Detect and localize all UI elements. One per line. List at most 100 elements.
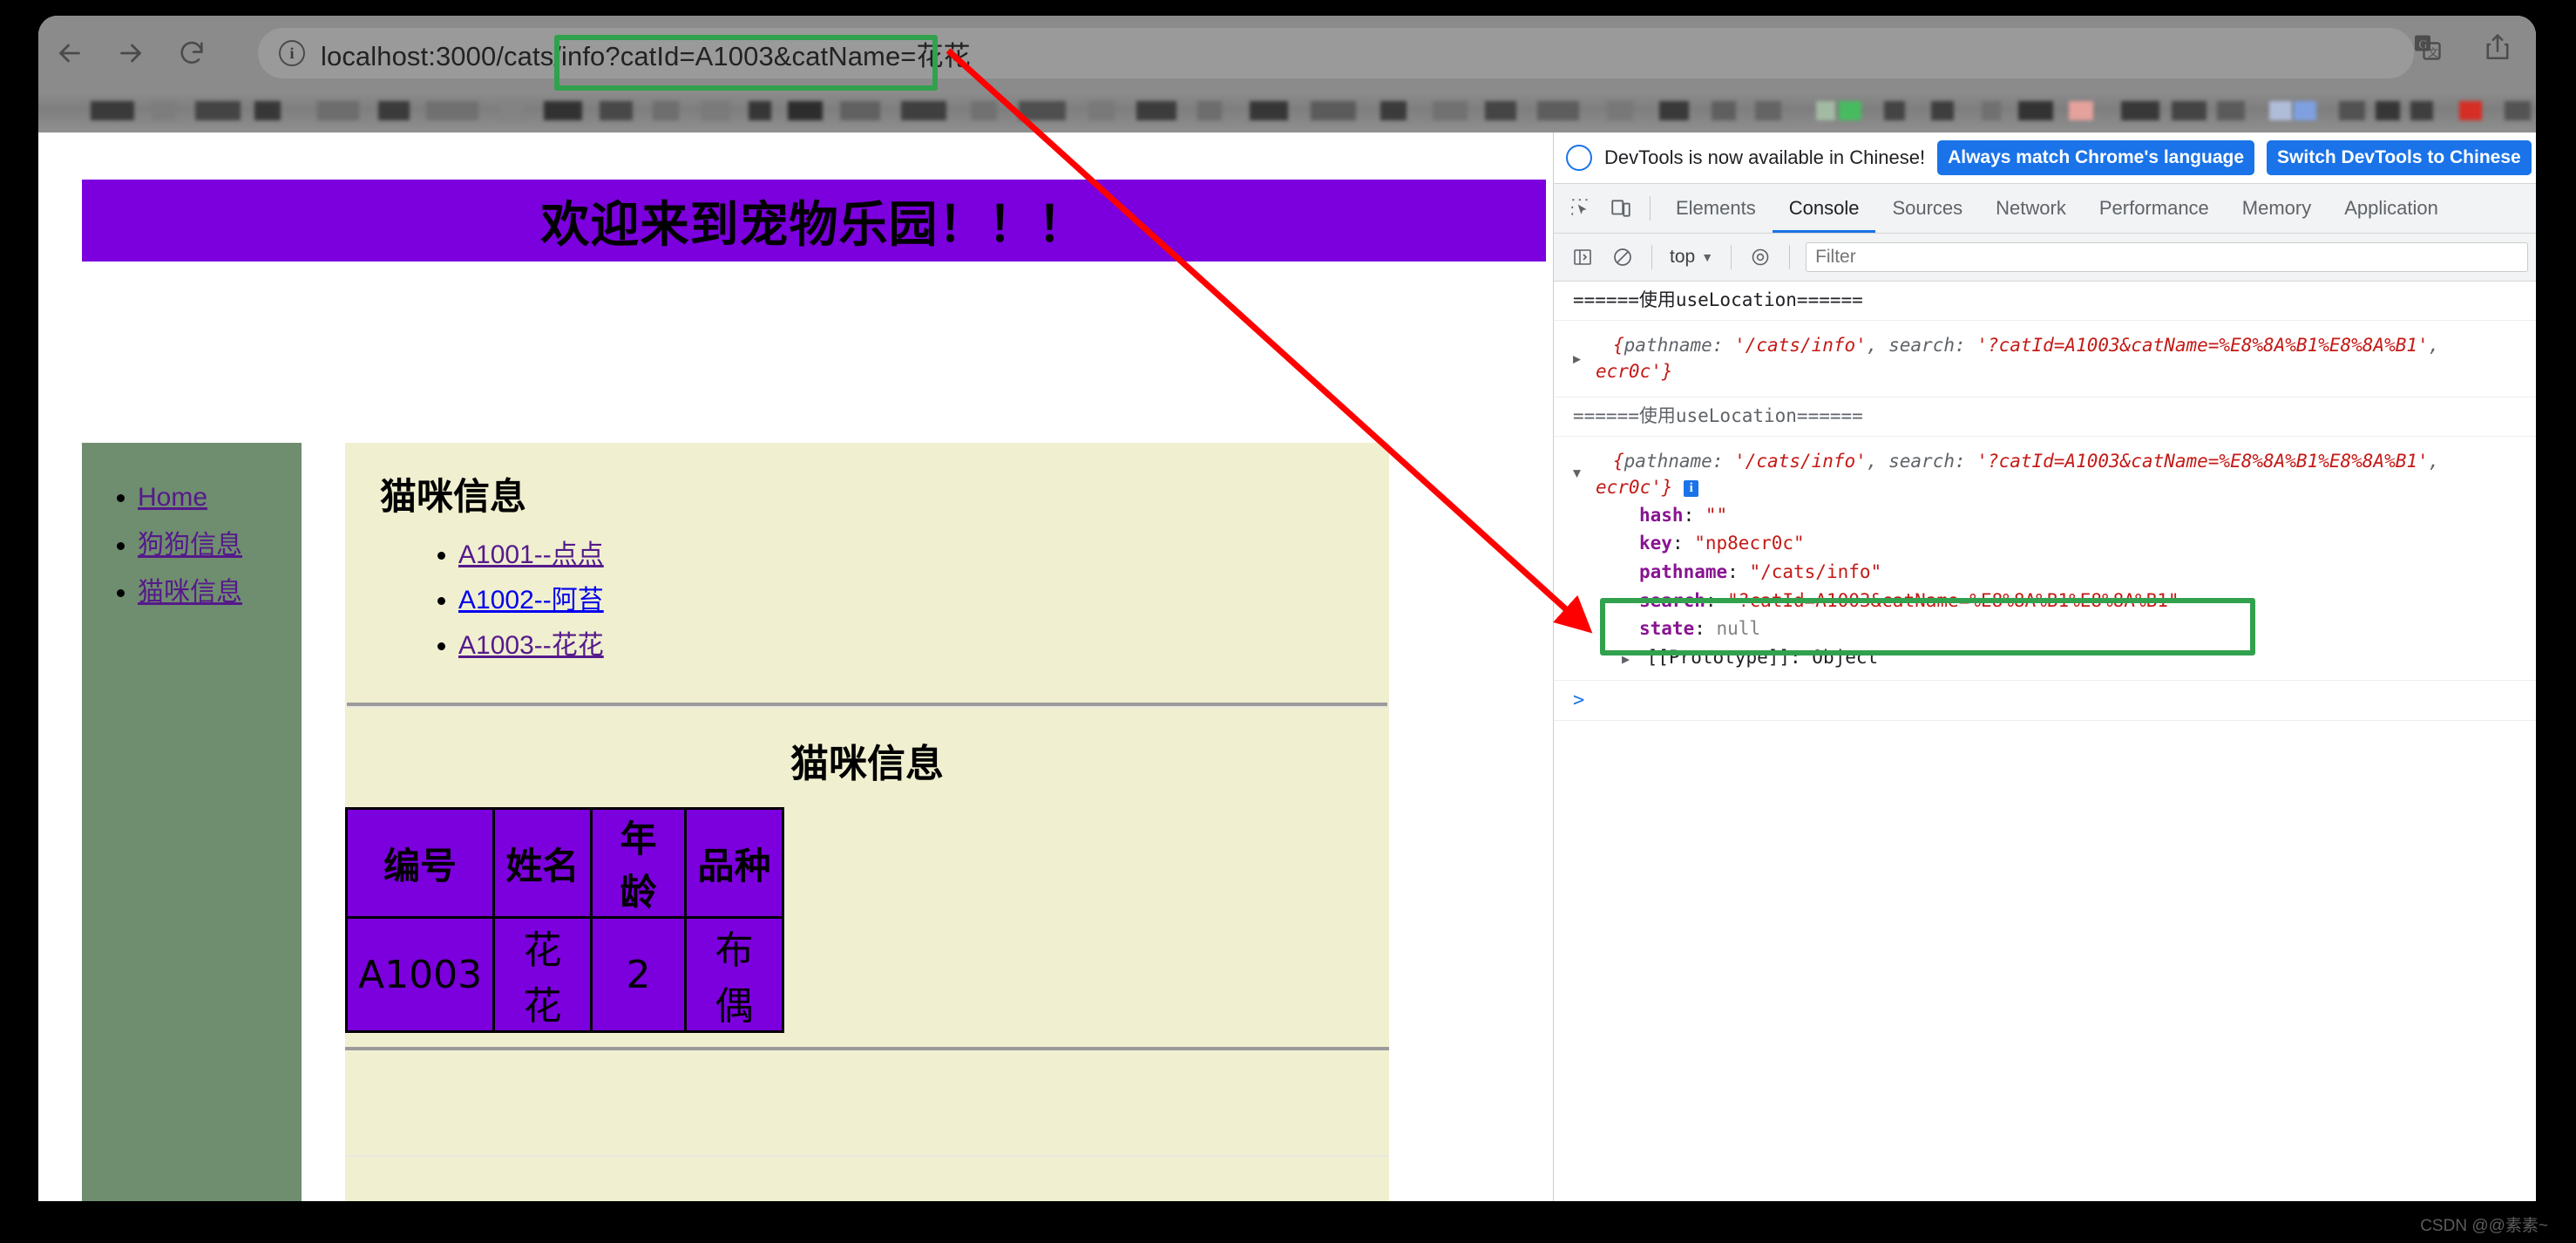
bookmark-item-red[interactable] [2459,101,2482,120]
collapse-triangle-icon[interactable]: ▼ [1573,465,1587,483]
bookmark-item[interactable] [544,101,582,120]
bookmark-item[interactable] [1088,101,1115,120]
bookmark-item[interactable] [749,101,771,120]
bookmark-item[interactable] [1537,101,1579,120]
switch-devtools-language-button[interactable]: Switch DevTools to Chinese [2267,140,2532,175]
bookmark-item[interactable] [1884,101,1905,120]
bookmark-item[interactable] [2217,101,2245,120]
console-log-row-2: ======使用useLocation====== [1554,397,2536,437]
property-row-hash: hash: "" [1573,501,2528,530]
bookmark-item[interactable] [2121,101,2159,120]
bookmark-item[interactable] [1197,101,1222,120]
bookmark-item[interactable] [1485,101,1516,120]
address-bar[interactable]: i localhost:3000/cats/info?catId=A1003&c… [258,28,2414,78]
bookmark-item[interactable] [2339,101,2365,120]
tab-elements[interactable]: Elements [1659,184,1773,233]
bookmark-item-pink[interactable] [2069,101,2093,120]
bookmark-item[interactable] [1755,101,1781,120]
reload-icon[interactable] [174,36,209,71]
bookmark-item[interactable] [91,101,134,120]
always-match-language-button[interactable]: Always match Chrome's language [1937,140,2254,175]
bookmark-item[interactable] [1607,101,1633,120]
bookmark-item[interactable] [1380,101,1407,120]
tab-application[interactable]: Application [2328,184,2455,233]
console-prompt[interactable]: > [1554,681,2536,721]
inspect-element-icon[interactable] [1561,189,1601,228]
cat-link-a1002[interactable]: A1002--阿苔 [458,586,604,615]
property-value-state: null [1717,618,1761,639]
tab-performance[interactable]: Performance [2083,184,2226,233]
bookmark-item[interactable] [254,101,281,120]
bookmark-item-blue[interactable] [2294,101,2316,120]
bookmark-item-blue[interactable] [2269,101,2292,120]
bookmark-item[interactable] [2172,101,2207,120]
prototype-triangle-icon[interactable]: ▶ [1622,649,1636,669]
bookmark-item[interactable] [1712,101,1736,120]
sidebar-item-cats[interactable]: 猫咪信息 [138,578,242,607]
brace-open-2: { [1613,451,1624,472]
svg-text:文: 文 [2428,46,2438,59]
bookmark-item[interactable] [1931,101,1954,120]
console-output: ======使用useLocation====== ▶ {pathname: '… [1554,282,2536,721]
navigation-buttons [52,28,209,78]
bookmark-item[interactable] [2410,101,2433,120]
comma-4: , [2429,451,2440,472]
bookmark-item[interactable] [971,101,997,120]
translate-icon[interactable]: G文 [2412,31,2445,65]
bookmark-item[interactable] [1982,101,2001,120]
forward-icon[interactable] [113,36,148,71]
bookmark-item[interactable] [788,101,823,120]
bookmark-item[interactable] [152,101,176,120]
sidebar-item-dogs[interactable]: 狗狗信息 [138,531,242,560]
bookmark-item[interactable] [2505,101,2531,120]
tab-sources[interactable]: Sources [1875,184,1979,233]
bookmark-item[interactable] [600,101,633,120]
tab-console[interactable]: Console [1773,184,1876,233]
table-header-row: 编号 姓名 年龄 品种 [347,809,783,918]
bookmark-item[interactable] [317,101,359,120]
bookmark-item[interactable] [378,101,410,120]
bookmark-item[interactable] [1311,101,1356,120]
console-context-selector[interactable]: top ▼ [1661,247,1722,268]
console-object-row-expanded[interactable]: ▼ {pathname: '/cats/info', search: '?cat… [1554,437,2536,681]
device-toolbar-icon[interactable] [1601,189,1641,228]
property-row-prototype[interactable]: ▶ [[Prototype]]: Object [1573,643,2528,672]
share-icon[interactable] [2482,31,2515,65]
bookmark-item[interactable] [1136,101,1176,120]
page-banner: 欢迎来到宠物乐园！！！ [82,180,1546,262]
section-divider [347,703,1387,708]
bookmark-item[interactable] [2018,101,2053,120]
bookmark-item[interactable] [653,101,679,120]
site-info-icon[interactable]: i [279,40,305,66]
key-search-2: search [1888,451,1955,472]
console-sidebar-icon[interactable] [1563,238,1603,276]
bookmark-item[interactable] [701,101,730,120]
bookmark-item[interactable] [901,101,946,120]
cell-id: A1003 [347,918,494,1032]
sidebar-item-home[interactable]: Home [138,483,207,512]
cat-link-a1003[interactable]: A1003--花花 [458,631,604,660]
live-expression-icon[interactable] [1740,238,1780,276]
bookmark-item[interactable] [2376,101,2400,120]
console-filter-input[interactable] [1806,242,2528,272]
bookmarks-bar[interactable] [38,91,2536,132]
sidebar-nav-list: Home 狗狗信息 猫咪信息 [82,443,302,612]
clear-console-icon[interactable] [1603,238,1643,276]
bookmark-item[interactable] [840,101,880,120]
tab-memory[interactable]: Memory [2226,184,2328,233]
back-icon[interactable] [52,36,87,71]
bookmark-item[interactable] [1250,101,1288,120]
bookmark-item[interactable] [1433,101,1468,120]
bookmark-item[interactable] [1659,101,1689,120]
tab-network[interactable]: Network [1979,184,2083,233]
info-badge-icon[interactable]: i [1684,480,1698,497]
bookmark-item[interactable] [195,101,241,120]
bookmark-item[interactable] [1019,101,1066,120]
bookmark-item[interactable] [500,101,525,120]
expand-triangle-icon[interactable]: ▶ [1573,350,1587,368]
bookmark-item[interactable] [426,101,478,120]
cat-link-a1001[interactable]: A1001--点点 [458,540,604,569]
console-object-row-collapsed[interactable]: ▶ {pathname: '/cats/info', search: '?cat… [1554,321,2536,398]
bookmark-item-green[interactable] [1816,101,1835,120]
bookmark-item-green[interactable] [1839,101,1861,120]
